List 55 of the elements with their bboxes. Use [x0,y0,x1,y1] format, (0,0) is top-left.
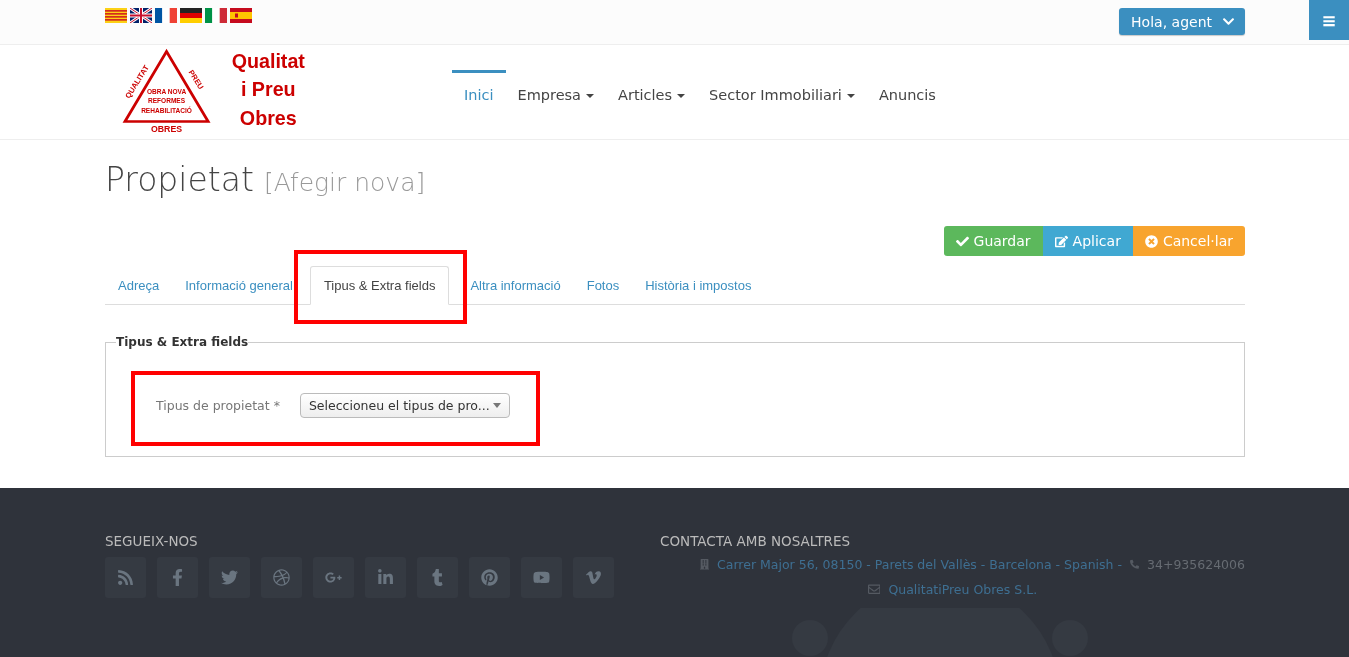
section-heading: SEGUEIX-NOS [105,533,199,549]
tab[interactable]: Informació general [172,266,306,304]
youtube-button[interactable] [521,557,562,598]
googleplus-icon [325,569,342,586]
flag-icon[interactable] [130,8,152,23]
field-label: Tipus de propietat * [156,398,280,413]
edit-icon [1054,234,1068,248]
rss-icon [117,569,134,586]
dribbble-icon [273,569,290,586]
menu-button[interactable]: ≡ [1309,0,1349,40]
linkedin-icon [377,569,394,586]
youtube-icon [533,569,550,586]
chevron-icon [1222,15,1235,28]
dribbble-button[interactable] [261,557,302,598]
vimeo-icon [585,569,602,586]
address-link[interactable]: Carrer Major 56, 08150 - Parets del Vallès - Barcelona - Spanish - [717,557,1122,572]
user-menu-button[interactable]: Hola, agent [1119,8,1245,35]
page-subtitle: [Afegir nova] [263,168,426,197]
section-heading: CONTACTA AMB NOSALTRES [660,533,852,549]
nav-link[interactable]: Anuncis [866,70,948,110]
dropdown-arrow-icon [492,403,501,408]
tab[interactable]: Història i impostos [632,266,765,304]
fieldset-legend: Tipus & Extra fields [116,335,249,349]
phone-number: 34+935624006 [1147,557,1245,572]
tab[interactable]: Tipus & Extra fields [309,266,450,305]
linkedin-button[interactable] [365,557,406,598]
twitter-button[interactable] [209,557,250,598]
flag-icon[interactable] [155,8,177,23]
nav-link[interactable]: Inici [452,70,506,110]
nav-link[interactable]: Articles [606,70,698,110]
cancel-button[interactable]: Cancel·lar [1132,226,1245,256]
envelope-icon [867,583,881,596]
tab[interactable]: Adreça [105,266,173,304]
phone-icon [1129,558,1139,571]
save-button[interactable]: Guardar [943,226,1043,256]
page-title: Propietat [105,160,254,199]
check-icon [955,234,969,248]
facebook-button[interactable] [157,557,198,598]
apply-button[interactable]: Aplicar [1042,226,1133,256]
pinterest-icon [481,569,498,586]
vimeo-button[interactable] [573,557,614,598]
property-type-select[interactable]: Seleccioneu el tipus de pro... [299,393,510,418]
flag-icon[interactable] [180,8,202,23]
nav-link[interactable]: Sector Immobiliari [697,70,867,110]
tab[interactable]: Altra informació [457,266,574,304]
building-icon [700,558,710,571]
nav-link[interactable]: Empresa [505,70,606,110]
email-link[interactable]: QualitatiPreu Obres S.L. [888,582,1038,597]
tumblr-button[interactable] [417,557,458,598]
pinterest-button[interactable] [469,557,510,598]
tab[interactable]: Fotos [573,266,633,304]
googleplus-button[interactable] [313,557,354,598]
cancel-icon [1144,234,1158,248]
rss-button[interactable] [105,557,146,598]
twitter-icon [221,569,238,586]
